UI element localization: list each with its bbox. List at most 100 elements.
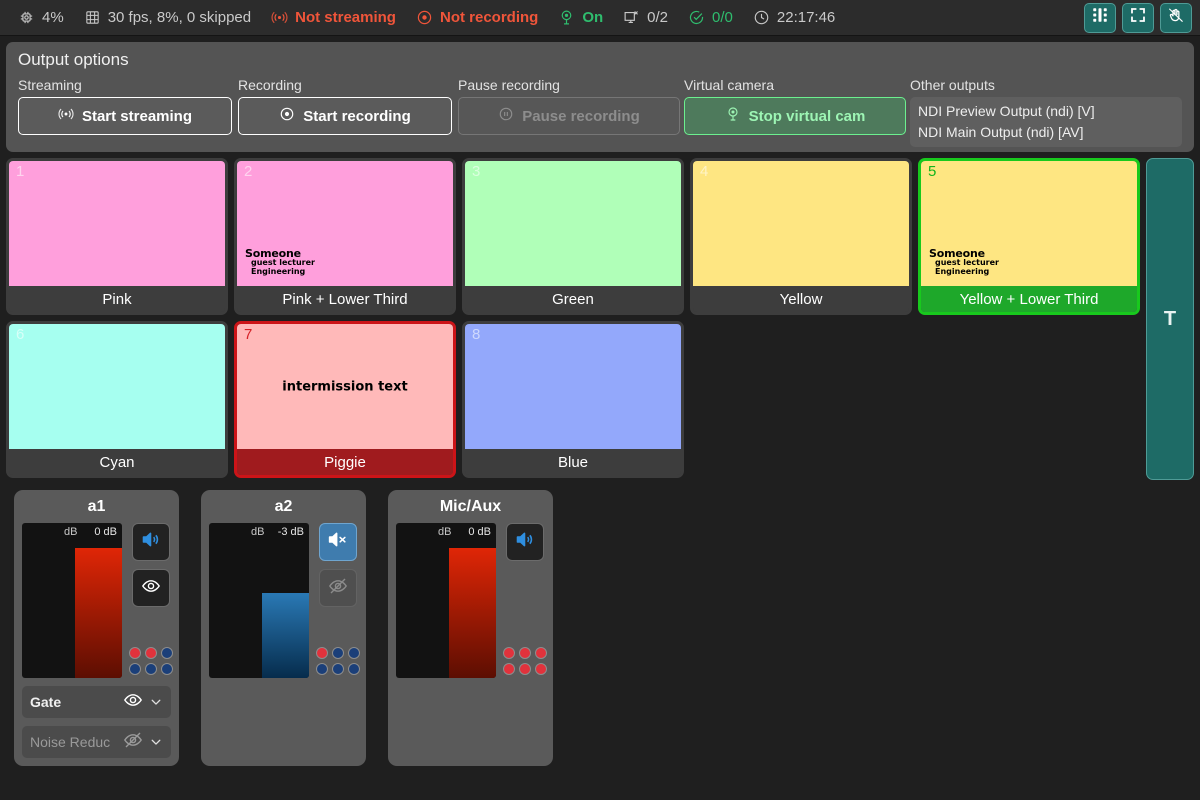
routing-dot[interactable] xyxy=(347,663,360,675)
pause-recording-group: Pause recording Pause recording xyxy=(458,77,684,135)
scene-thumbnail[interactable]: 8 xyxy=(465,324,681,449)
stat-checks: 0/0 xyxy=(678,9,743,26)
virtualcam-icon xyxy=(725,106,741,126)
routing-dot[interactable] xyxy=(502,663,515,675)
routing-dot[interactable] xyxy=(331,663,344,675)
scene-name: Pink + Lower Third xyxy=(237,286,453,312)
filter-row[interactable]: Noise Reduc xyxy=(22,726,171,758)
output-options-panel: Output options Streaming Start streaming… xyxy=(6,42,1194,152)
filter-row[interactable]: Gate xyxy=(22,686,171,718)
grid-layout-button[interactable] xyxy=(1084,2,1116,33)
streaming-label: Streaming xyxy=(18,77,82,93)
volume-meter[interactable]: dB 0 dB xyxy=(22,523,122,678)
speaker-muted-icon xyxy=(327,529,348,555)
routing-dot[interactable] xyxy=(347,647,360,659)
broadcast-icon xyxy=(271,9,288,26)
other-output-item[interactable]: NDI Main Output (ndi) [AV] xyxy=(918,122,1174,143)
start-streaming-button[interactable]: Start streaming xyxy=(18,97,232,135)
routing-dot[interactable] xyxy=(128,663,141,675)
routing-dot-grid xyxy=(315,647,360,675)
mixer-channel: a1 dB 0 dB Gate Noise Reduc xyxy=(14,490,179,766)
scene-thumbnail[interactable]: 5 Someone guest lecturer Engineering xyxy=(921,161,1137,286)
scene-card[interactable]: 6 Cyan xyxy=(6,321,228,478)
routing-dot[interactable] xyxy=(128,647,141,659)
channel-name: a1 xyxy=(87,498,106,515)
cpu-icon xyxy=(18,9,35,26)
routing-dot[interactable] xyxy=(144,647,157,659)
routing-dot[interactable] xyxy=(534,663,547,675)
monitor-toggle-button[interactable] xyxy=(318,569,357,607)
routing-dot[interactable] xyxy=(315,647,328,659)
routing-dot[interactable] xyxy=(160,663,173,675)
meter-bar xyxy=(262,592,309,678)
scene-card[interactable]: 2 Someone guest lecturer Engineering Pin… xyxy=(234,158,456,315)
scene-name: Blue xyxy=(465,449,681,475)
routing-dot[interactable] xyxy=(534,647,547,659)
routing-dot[interactable] xyxy=(331,647,344,659)
scene-thumbnail[interactable]: 1 xyxy=(9,161,225,286)
scene-name: Green xyxy=(465,286,681,312)
mute-toggle-button[interactable] xyxy=(131,523,170,561)
fullscreen-button[interactable] xyxy=(1122,2,1154,33)
stat-clock: 22:17:46 xyxy=(743,9,845,26)
other-output-item[interactable]: NDI Preview Output (ndi) [V] xyxy=(918,101,1174,122)
output-options-title: Output options xyxy=(18,50,129,69)
chevron-down-icon[interactable] xyxy=(149,695,163,709)
scene-card[interactable]: 5 Someone guest lecturer Engineering Yel… xyxy=(918,158,1140,315)
meter-db-label: dB xyxy=(251,526,265,538)
eye-icon[interactable] xyxy=(123,690,143,715)
eye-off-icon[interactable] xyxy=(123,730,143,755)
routing-dot[interactable] xyxy=(518,647,531,659)
stat-clock-text: 22:17:46 xyxy=(776,9,836,26)
scene-name: Yellow + Lower Third xyxy=(921,286,1137,312)
stop-virtual-cam-button[interactable]: Stop virtual cam xyxy=(684,97,906,135)
stat-monitor: 0/2 xyxy=(613,9,678,26)
stat-checks-text: 0/0 xyxy=(712,9,733,26)
stat-fps: 30 fps, 8%, 0 skipped xyxy=(74,9,261,26)
scene-grid: 1 Pink 2 Someone guest lecturer Engineer… xyxy=(6,158,1140,480)
speaker-on-icon xyxy=(140,529,161,555)
scene-card[interactable]: 8 Blue xyxy=(462,321,684,478)
monitor-toggle-button[interactable] xyxy=(131,569,170,607)
scene-thumbnail[interactable]: 2 Someone guest lecturer Engineering xyxy=(237,161,453,286)
start-recording-button[interactable]: Start recording xyxy=(238,97,452,135)
status-bar: 4% 30 fps, 8%, 0 skipped Not streaming N… xyxy=(0,0,1200,36)
transition-rail-label: T xyxy=(1163,307,1177,330)
pause-recording-button-label: Pause recording xyxy=(522,107,640,125)
routing-dot[interactable] xyxy=(518,663,531,675)
channel-body: dB -3 dB xyxy=(209,523,360,678)
scene-card[interactable]: 4 Yellow xyxy=(690,158,912,315)
filter-name: Noise Reduc xyxy=(30,734,111,750)
routing-dot[interactable] xyxy=(315,663,328,675)
scene-thumbnail[interactable]: 4 xyxy=(693,161,909,286)
routing-dot[interactable] xyxy=(160,647,173,659)
intermission-text: intermission text xyxy=(282,379,408,394)
swipe-hand-button[interactable] xyxy=(1160,2,1192,33)
mute-toggle-button[interactable] xyxy=(318,523,357,561)
routing-dot[interactable] xyxy=(502,647,515,659)
transition-rail-button[interactable]: T xyxy=(1146,158,1194,480)
volume-meter[interactable]: dB -3 dB xyxy=(209,523,309,678)
virtual-camera-label: Virtual camera xyxy=(684,77,775,93)
scene-card[interactable]: 1 Pink xyxy=(6,158,228,315)
scene-thumbnail[interactable]: 7 intermission text xyxy=(237,324,453,449)
routing-dot-grid xyxy=(128,647,173,675)
scene-thumbnail[interactable]: 3 xyxy=(465,161,681,286)
scene-card[interactable]: 7 intermission text Piggie xyxy=(234,321,456,478)
filter-name: Gate xyxy=(30,694,62,710)
other-outputs-list[interactable]: NDI Preview Output (ndi) [V] NDI Main Ou… xyxy=(910,97,1182,147)
check-icon xyxy=(688,9,705,26)
film-icon xyxy=(84,9,101,26)
routing-dot[interactable] xyxy=(144,663,157,675)
mute-toggle-button[interactable] xyxy=(505,523,544,561)
pause-icon xyxy=(498,106,514,126)
chevron-down-icon[interactable] xyxy=(149,735,163,749)
other-outputs-group: Other outputs NDI Preview Output (ndi) [… xyxy=(910,77,1182,147)
lower-third-overlay: Someone guest lecturer Engineering xyxy=(245,248,315,276)
pause-recording-button[interactable]: Pause recording xyxy=(458,97,680,135)
scene-number: 2 xyxy=(244,163,253,180)
volume-meter[interactable]: dB 0 dB xyxy=(396,523,496,678)
channel-body: dB 0 dB xyxy=(22,523,173,678)
scene-thumbnail[interactable]: 6 xyxy=(9,324,225,449)
scene-card[interactable]: 3 Green xyxy=(462,158,684,315)
